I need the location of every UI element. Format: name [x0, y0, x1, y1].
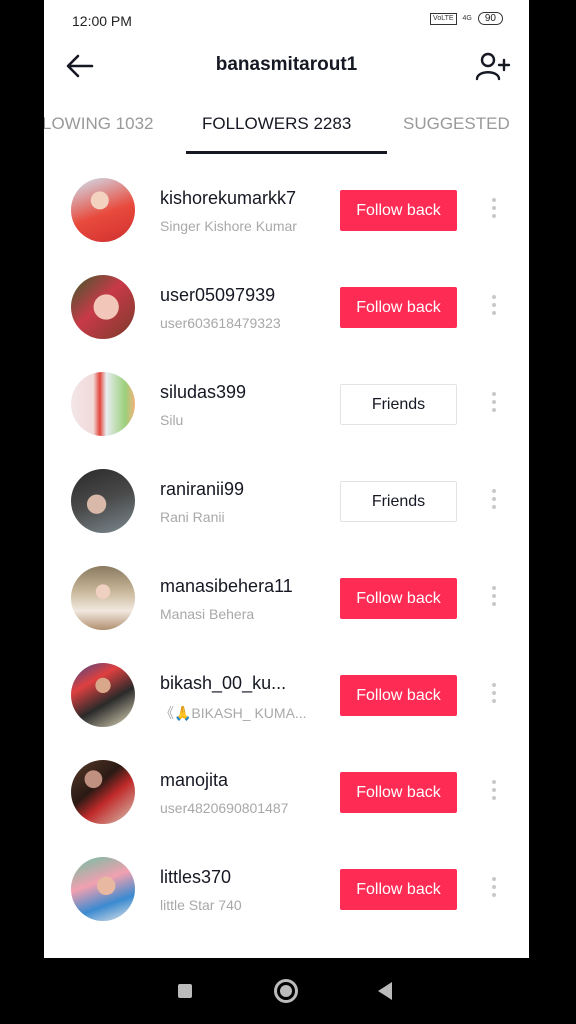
username[interactable]: user05097939	[160, 285, 275, 306]
username[interactable]: raniranii99	[160, 479, 244, 500]
add-user-icon[interactable]	[475, 50, 511, 82]
more-options-icon[interactable]	[490, 489, 498, 513]
nickname: user603618479323	[160, 315, 281, 331]
username[interactable]: littles370	[160, 867, 231, 888]
avatar[interactable]	[71, 275, 135, 339]
follow-back-button[interactable]: Follow back	[340, 675, 457, 716]
nickname: Singer Kishore Kumar	[160, 218, 297, 234]
home-icon[interactable]	[274, 979, 298, 1003]
nickname: Manasi Behera	[160, 606, 255, 622]
active-tab-indicator	[186, 151, 387, 154]
tab-bar: LOWING 1032 FOLLOWERS 2283 SUGGESTED	[44, 108, 529, 154]
more-options-icon[interactable]	[490, 586, 498, 610]
list-item[interactable]: raniranii99 Rani Ranii Friends	[44, 453, 529, 550]
avatar[interactable]	[71, 469, 135, 533]
android-nav-bar	[0, 958, 576, 1024]
avatar[interactable]	[71, 760, 135, 824]
list-item[interactable]: user05097939 user603618479323 Follow bac…	[44, 259, 529, 356]
status-time: 12:00 PM	[72, 13, 132, 29]
more-options-icon[interactable]	[490, 392, 498, 416]
follow-back-button[interactable]: Follow back	[340, 190, 457, 231]
more-options-icon[interactable]	[490, 780, 498, 804]
follow-back-button[interactable]: Follow back	[340, 772, 457, 813]
avatar[interactable]	[71, 663, 135, 727]
list-item[interactable]: siludas399 Silu Friends	[44, 356, 529, 453]
username[interactable]: manasibehera11	[160, 576, 293, 597]
recent-apps-icon[interactable]	[178, 984, 192, 998]
follow-back-button[interactable]: Follow back	[340, 578, 457, 619]
avatar[interactable]	[71, 566, 135, 630]
volte-icon: VoLTE	[430, 12, 457, 25]
list-item[interactable]: manasibehera11 Manasi Behera Follow back	[44, 550, 529, 647]
list-item[interactable]: manojita user4820690801487 Follow back	[44, 744, 529, 841]
avatar[interactable]	[71, 178, 135, 242]
tab-suggested[interactable]: SUGGESTED	[403, 114, 510, 134]
more-options-icon[interactable]	[490, 877, 498, 901]
page-title: banasmitarout1	[215, 54, 358, 75]
status-bar: 12:00 PM VoLTE 4G 90	[44, 0, 529, 42]
back-triangle-icon[interactable]	[378, 982, 392, 1000]
nickname: Silu	[160, 412, 184, 428]
battery-icon: 90	[477, 12, 503, 25]
avatar[interactable]	[71, 857, 135, 921]
list-item[interactable]: bikash_00_ku... 《🙏BIKASH_ KUMA... Follow…	[44, 647, 529, 744]
nickname: little Star 740	[160, 897, 242, 913]
tab-following[interactable]: LOWING 1032	[44, 114, 154, 134]
nickname: 《🙏BIKASH_ KUMA...	[160, 705, 307, 721]
signal-icon: 4G	[462, 14, 472, 22]
app-screen: 12:00 PM VoLTE 4G 90 banasmitarout1 LOWI…	[44, 0, 529, 958]
header: banasmitarout1	[44, 42, 529, 92]
nickname: user4820690801487	[160, 800, 289, 816]
username[interactable]: siludas399	[160, 382, 246, 403]
username[interactable]: manojita	[160, 770, 228, 791]
username[interactable]: kishorekumarkk7	[160, 188, 296, 209]
more-options-icon[interactable]	[490, 683, 498, 707]
follow-back-button[interactable]: Follow back	[340, 869, 457, 910]
system-icons: VoLTE 4G 90	[430, 12, 503, 25]
follow-back-button[interactable]: Follow back	[340, 287, 457, 328]
friends-button[interactable]: Friends	[340, 481, 457, 522]
tab-followers[interactable]: FOLLOWERS 2283	[202, 114, 351, 134]
list-item[interactable]: kishorekumarkk7 Singer Kishore Kumar Fol…	[44, 162, 529, 259]
nickname: Rani Ranii	[160, 509, 225, 525]
username[interactable]: bikash_00_ku...	[160, 673, 286, 694]
list-item[interactable]: littles370 little Star 740 Follow back	[44, 841, 529, 938]
more-options-icon[interactable]	[490, 198, 498, 222]
friends-button[interactable]: Friends	[340, 384, 457, 425]
avatar[interactable]	[71, 372, 135, 436]
more-options-icon[interactable]	[490, 295, 498, 319]
